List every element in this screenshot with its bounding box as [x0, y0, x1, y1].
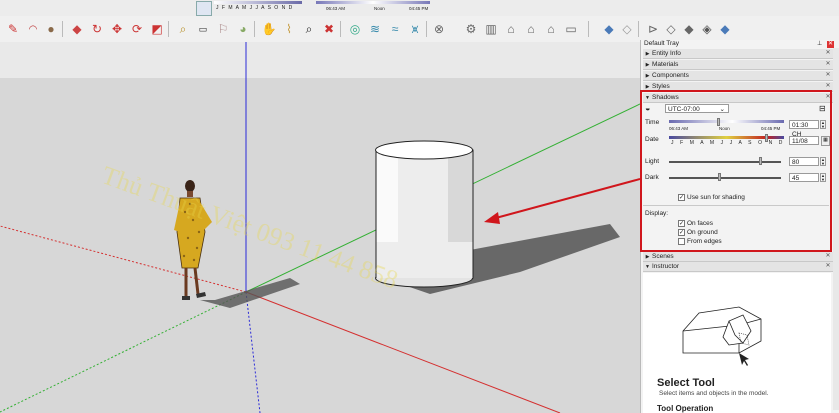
textured-icon[interactable]: ◇ [662, 20, 680, 38]
scale-icon[interactable]: ◩ [148, 20, 166, 38]
instructor-tool-desc: Select items and objects in the model. [659, 390, 769, 397]
rotate-icon[interactable]: ⟳ [128, 20, 146, 38]
hidden-line-icon[interactable]: ◇ [618, 20, 636, 38]
shadow-toggle-icon[interactable] [196, 1, 212, 16]
watermark-text: Thủ Thuật Việt 093 11 44 858 [98, 160, 402, 294]
instructor-panel: Select Tool Select items and objects in … [643, 273, 831, 413]
house-illustration [682, 306, 762, 366]
section-scenes[interactable]: ▶ Scenes ✕ [643, 252, 833, 262]
xray-icon[interactable]: ⌂ [542, 20, 560, 38]
annotation-arrow-line [491, 178, 640, 220]
time-slider-track[interactable] [316, 1, 430, 4]
green-axis-neg [0, 291, 247, 413]
annotation-arrow-head [484, 212, 500, 224]
shaded-textured-icon[interactable]: ◆ [716, 20, 734, 38]
back-view-icon[interactable]: ⌂ [502, 20, 520, 38]
tray-scrollbar[interactable] [833, 48, 839, 410]
move-icon[interactable]: ✥ [108, 20, 126, 38]
red-axis-neg [0, 225, 247, 293]
arc-icon[interactable]: ◠ [24, 20, 42, 38]
walk-icon[interactable]: ≈ [386, 20, 404, 38]
section-instructor[interactable]: ▼ Instructor ✕ [643, 262, 833, 272]
section-entity-info[interactable]: ▶ Entity Info ✕ [643, 49, 833, 59]
pencil-icon[interactable]: ✎ [4, 20, 22, 38]
text-icon[interactable]: ▭ [194, 20, 212, 38]
materials-icon[interactable]: ◎ [346, 20, 364, 38]
paint-bucket-icon[interactable]: ◆ [68, 20, 86, 38]
zoom-icon[interactable]: ⌇ [280, 20, 298, 38]
cursor-icon [739, 353, 749, 366]
back-edges-icon[interactable]: ▭ [562, 20, 580, 38]
right-view-icon[interactable]: ▥ [482, 20, 500, 38]
section-components[interactable]: ▶ Components ✕ [643, 71, 833, 81]
main-toolbar: ✎ ◠ ● ◆ ↻ ✥ ⟳ ◩ ⌕ ▭ ⚐ ◕ ✋ ⌇ ⌕ ✖ ◎ ≋ ≈ ⩙ … [0, 16, 839, 43]
monochrome-icon[interactable]: ◆ [680, 20, 698, 38]
blue-axis-neg [245, 291, 261, 413]
top-strip: J F M A M J J A S O N D 06:43 AM Noon 04… [0, 0, 839, 16]
scene-svg: Thủ Thuật Việt 093 11 44 858 [0, 42, 640, 413]
model-viewport[interactable]: Thủ Thuật Việt 093 11 44 858 [0, 42, 640, 413]
cylinder-top [375, 140, 473, 160]
top-time-start: 06:43 AM [326, 6, 346, 11]
dimension-icon[interactable]: ⚐ [214, 20, 232, 38]
tray-pin-icon[interactable]: ⊥ [817, 40, 822, 47]
tape-icon[interactable]: ⌕ [174, 20, 192, 38]
top-time-end: 04:45 PM [409, 6, 429, 11]
section-materials[interactable]: ▶ Materials ✕ [643, 60, 833, 70]
instructor-tool-operation: Tool Operation [657, 404, 714, 413]
protractor-icon[interactable]: ✋ [260, 20, 278, 38]
red-axis [245, 291, 561, 413]
zoom-extents-icon[interactable]: ⌕ [300, 20, 318, 38]
iso-view-icon[interactable]: ⩙ [406, 20, 424, 38]
top-time-noon: Noon [374, 6, 385, 11]
components-icon[interactable]: ✖ [320, 20, 338, 38]
paint-icon[interactable]: ◕ [234, 20, 252, 38]
top-view-icon[interactable]: ⊗ [430, 20, 448, 38]
xray-style-icon[interactable]: ◈ [698, 20, 716, 38]
wireframe-icon[interactable]: ◆ [600, 20, 618, 38]
date-slider-track[interactable] [214, 1, 302, 4]
styles-icon[interactable]: ≋ [366, 20, 384, 38]
person-shadow [200, 278, 300, 308]
shadows-highlight-box [640, 90, 832, 252]
paint-circle-icon[interactable]: ● [42, 20, 60, 38]
tray-close-icon[interactable]: ✕ [827, 41, 834, 48]
tray-title: Default Tray [644, 40, 680, 47]
top-months-label: J F M A M J J A S O N D [216, 5, 294, 11]
front-view-icon[interactable]: ⚙ [462, 20, 480, 38]
instructor-tool-title: Select Tool [657, 377, 715, 389]
left-view-icon[interactable]: ⌂ [522, 20, 540, 38]
shaded-icon[interactable]: ⊳ [644, 20, 662, 38]
orbit-icon[interactable]: ↻ [88, 20, 106, 38]
